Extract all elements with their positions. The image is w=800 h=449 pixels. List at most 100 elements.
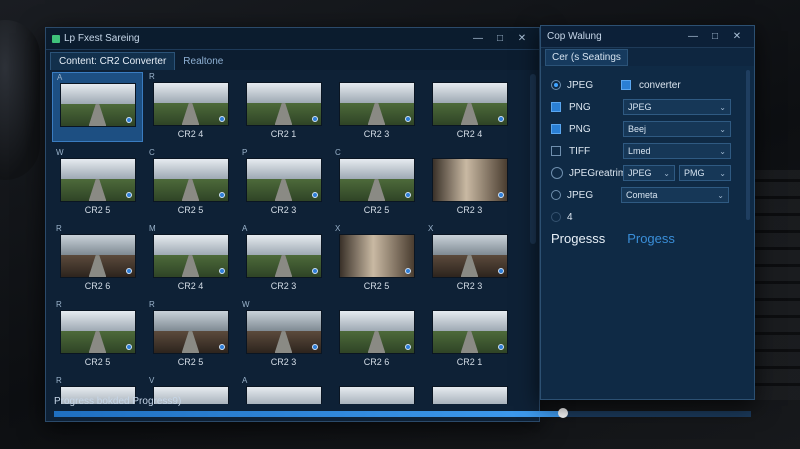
thumbnail-item[interactable]: CR2 6 <box>331 300 422 370</box>
thumbnail-corner-label: V <box>149 376 155 385</box>
progress-bar <box>54 408 751 418</box>
status-badge-icon <box>404 116 411 122</box>
format-select-secondary[interactable]: PMG ⌄ <box>679 165 731 181</box>
converter-checkbox[interactable] <box>621 80 631 90</box>
thumbnail-item[interactable]: R CR2 5 <box>145 300 236 370</box>
settings-close-button[interactable]: ✕ <box>726 31 748 42</box>
thumbnail-corner-label: P <box>242 148 248 157</box>
thumbnail-item[interactable]: C CR2 5 <box>145 148 236 218</box>
format-radio[interactable] <box>551 80 561 90</box>
select-value: JPEG <box>628 102 652 112</box>
maximize-button[interactable]: □ <box>489 33 511 44</box>
status-badge-icon <box>497 268 504 274</box>
app-icon <box>52 34 60 43</box>
status-badge-icon <box>497 116 504 122</box>
settings-window: Cop Walung — □ ✕ Cer (s Seatings JPEG con… <box>540 25 755 400</box>
thumbnail-corner-label: R <box>56 300 62 309</box>
settings-scrollbar[interactable] <box>746 70 750 220</box>
thumbnail-item[interactable]: A CR2 3 <box>238 224 329 294</box>
converter-label: converter <box>639 79 681 91</box>
format-checkbox[interactable] <box>551 124 561 134</box>
thumbnail-corner-label: C <box>149 148 155 157</box>
thumbnail-item[interactable]: P CR2 3 <box>238 148 329 218</box>
thumbnail-corner-label: A <box>57 73 63 82</box>
thumbnail-caption: CR2 5 <box>84 357 111 367</box>
format-checkbox[interactable] <box>551 102 561 112</box>
format-select[interactable]: JPEG ⌄ <box>623 99 731 115</box>
minimize-button[interactable]: — <box>467 33 489 44</box>
photo-thumbnail <box>431 82 508 126</box>
format-label: 4 <box>567 211 573 223</box>
chevron-down-icon: ⌄ <box>663 168 670 178</box>
chevron-down-icon: ⌄ <box>719 146 726 156</box>
thumbnail-item[interactable]: X CR2 5 <box>331 224 422 294</box>
thumbnail-item[interactable]: R CR2 4 <box>145 72 236 142</box>
thumbnail-corner-label: A <box>242 224 248 233</box>
thumbnail-corner-label: R <box>56 224 62 233</box>
thumbnail-caption: CR2 3 <box>270 205 297 215</box>
thumbnail-caption: CR2 3 <box>456 281 483 291</box>
progress-text-primary: Progesss <box>551 231 606 246</box>
format-select[interactable]: JPEG ⌄ <box>623 165 675 181</box>
format-label: JPEG <box>567 189 594 201</box>
thumbnail-caption: CR2 4 <box>456 129 483 139</box>
thumbnail-item[interactable]: CR2 4 <box>424 72 515 142</box>
format-radio[interactable] <box>551 190 561 200</box>
thumbnail-item[interactable]: W CR2 3 <box>238 300 329 370</box>
thumbnail-item[interactable]: A <box>238 376 329 404</box>
thumbnail-item[interactable]: C CR2 5 <box>331 148 422 218</box>
format-label: PNG <box>569 101 591 113</box>
thumbnail-item[interactable] <box>331 376 422 404</box>
thumbnail-corner-label: C <box>335 148 341 157</box>
photo-thumbnail <box>431 158 508 202</box>
chevron-down-icon: ⌄ <box>719 168 726 178</box>
thumbnail-item[interactable]: CR2 1 <box>424 300 515 370</box>
tab-content[interactable]: Content: CR2 Converter <box>50 52 176 70</box>
thumbnail-caption: CR2 5 <box>363 281 390 291</box>
close-button[interactable]: ✕ <box>511 33 533 44</box>
photo-thumbnail <box>245 158 322 202</box>
format-select[interactable]: Lmed ⌄ <box>623 143 731 159</box>
thumbnail-caption: CR2 5 <box>363 205 390 215</box>
thumbnail-item[interactable]: M CR2 4 <box>145 224 236 294</box>
thumbnail-item[interactable]: A <box>52 72 143 142</box>
format-radio[interactable] <box>551 167 563 179</box>
thumbnail-item[interactable]: X CR2 3 <box>424 224 515 294</box>
tab-settings[interactable]: Cer (s Seatings <box>545 48 628 66</box>
status-badge-icon <box>497 344 504 350</box>
format-option-row: 4 <box>551 206 744 228</box>
thumbnail-item[interactable]: R CR2 5 <box>52 300 143 370</box>
thumbnail-item[interactable]: CR2 1 <box>238 72 329 142</box>
settings-maximize-button[interactable]: □ <box>704 31 726 42</box>
settings-titlebar[interactable]: Cop Walung — □ ✕ <box>541 26 754 48</box>
settings-minimize-button[interactable]: — <box>682 31 704 42</box>
status-badge-icon <box>218 116 225 122</box>
format-checkbox[interactable] <box>551 146 561 156</box>
format-radio[interactable] <box>551 212 561 222</box>
thumbnail-item[interactable]: W CR2 5 <box>52 148 143 218</box>
photo-thumbnail <box>431 310 508 354</box>
photo-thumbnail <box>245 386 322 404</box>
status-badge-icon <box>218 268 225 274</box>
thumbnail-corner-label: X <box>335 224 341 233</box>
grid-scrollbar[interactable] <box>530 74 536 244</box>
format-option-row: JPEG converter <box>551 74 744 96</box>
background-lamp <box>0 20 40 180</box>
thumbnail-item[interactable]: CR2 3 <box>424 148 515 218</box>
main-titlebar[interactable]: Lp Fxest Sareing — □ ✕ <box>46 28 539 50</box>
format-select[interactable]: Beej ⌄ <box>623 121 731 137</box>
thumbnail-corner-label: W <box>242 300 250 309</box>
progress-handle[interactable] <box>557 408 568 418</box>
tab-realtone[interactable]: Realtone <box>175 53 231 70</box>
format-select[interactable]: Cometa ⌄ <box>621 187 729 203</box>
thumbnail-item[interactable]: R CR2 6 <box>52 224 143 294</box>
progress-fill <box>54 411 563 417</box>
status-badge-icon <box>404 268 411 274</box>
thumbnail-item[interactable]: CR2 3 <box>331 72 422 142</box>
format-label: JPEG <box>567 79 594 91</box>
progress-text-secondary: Progess <box>627 231 675 246</box>
format-option-row: PNG JPEG ⌄ <box>551 96 744 118</box>
select-value: Beej <box>628 124 647 134</box>
thumbnail-item[interactable] <box>424 376 515 404</box>
status-badge-icon <box>404 344 411 350</box>
